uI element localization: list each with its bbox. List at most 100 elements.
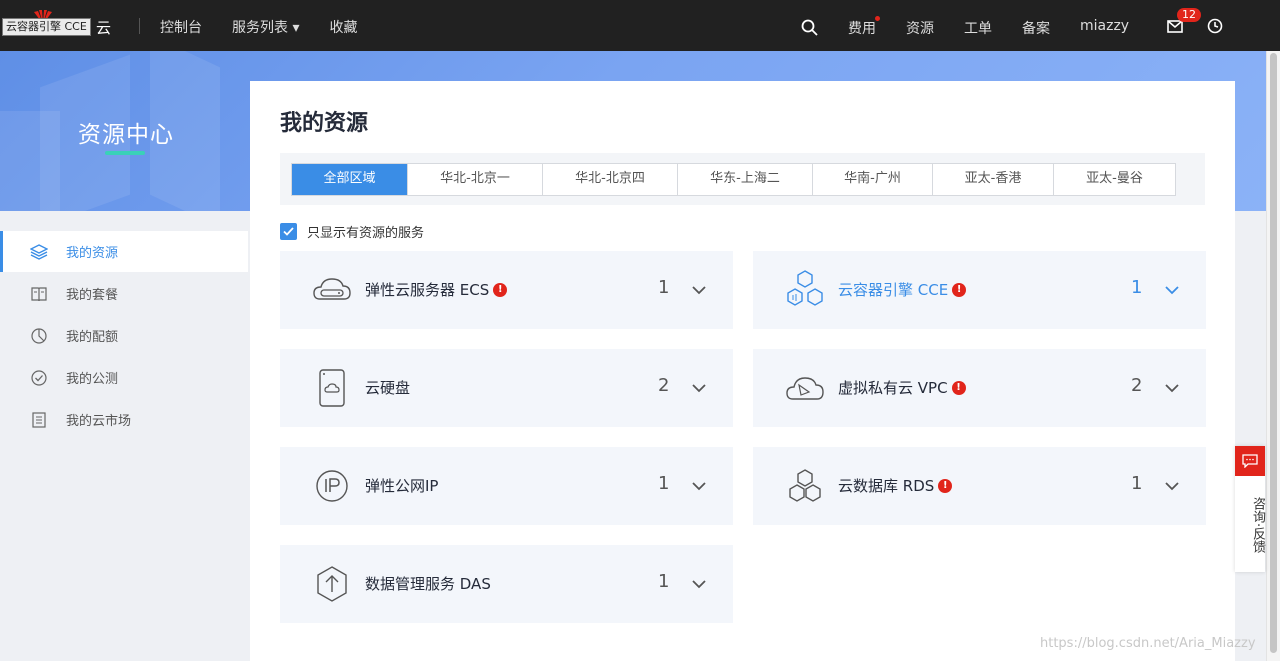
service-name-text: 数据管理服务 DAS [365, 575, 491, 593]
tab-cn-north-4[interactable]: 华北-北京四 [543, 164, 678, 195]
das-icon [310, 562, 354, 606]
region-filter-bar: 全部区域 华北-北京一 华北-北京四 华东-上海二 华南-广州 亚太-香港 亚太… [280, 153, 1205, 205]
service-card-das[interactable]: 数据管理服务 DAS 1 [280, 545, 733, 623]
sidebar-item-my-resources[interactable]: 我的资源 [0, 231, 248, 272]
service-name: 虚拟私有云 VPC! [838, 377, 966, 398]
filter-label: 只显示有资源的服务 [307, 226, 425, 241]
tooltip: 云容器引擎 CCE [2, 18, 91, 36]
service-count: 2 [658, 375, 670, 396]
chevron-down-icon[interactable] [690, 477, 708, 495]
chevron-down-icon[interactable] [690, 379, 708, 397]
fee-link[interactable]: 费用 [848, 18, 876, 38]
alert-icon: ! [951, 380, 966, 395]
service-card-vpc[interactable]: 虚拟私有云 VPC! 2 [753, 349, 1206, 427]
filter-checkbox[interactable] [280, 223, 297, 240]
cloud-server-icon [310, 268, 354, 312]
service-count: 1 [658, 473, 670, 494]
service-count: 2 [1131, 375, 1143, 396]
ticket-link[interactable]: 工单 [964, 18, 992, 38]
nav-service-list[interactable]: 服务列表 ▾ [232, 17, 299, 37]
tab-cn-east-2[interactable]: 华东-上海二 [678, 164, 813, 195]
banner-underline [105, 151, 145, 155]
chevron-down-icon[interactable] [690, 281, 708, 299]
page-scrollbar[interactable] [1266, 51, 1280, 661]
service-name-text: 云硬盘 [365, 379, 411, 397]
scrollbar-thumb[interactable] [1270, 53, 1277, 653]
document-icon [30, 411, 48, 429]
service-card-ecs[interactable]: 弹性云服务器 ECS! 1 [280, 251, 733, 329]
chevron-down-icon[interactable] [1163, 477, 1181, 495]
ip-icon [310, 464, 354, 508]
chat-icon[interactable] [1235, 446, 1265, 476]
service-card-evs[interactable]: 云硬盘 2 [280, 349, 733, 427]
tab-all-regions[interactable]: 全部区域 [292, 164, 408, 195]
pie-icon [30, 327, 48, 345]
service-name: 云数据库 RDS! [838, 475, 953, 496]
service-count: 1 [658, 277, 670, 298]
fee-notify-dot [875, 16, 880, 21]
book-icon [30, 285, 48, 303]
service-name-text: 弹性云服务器 ECS [365, 281, 490, 299]
sidebar-item-label: 我的套餐 [66, 288, 119, 303]
disk-icon [310, 366, 354, 410]
service-count: 1 [1131, 277, 1143, 298]
tab-ap-hongkong[interactable]: 亚太-香港 [933, 164, 1054, 195]
banner-title: 资源中心 [78, 122, 174, 148]
service-count: 1 [658, 571, 670, 592]
sidebar-item-my-beta[interactable]: 我的公测 [0, 357, 248, 398]
service-card-cce[interactable]: 云容器引擎 CCE! 1 [753, 251, 1206, 329]
service-name-text: 云容器引擎 CCE [838, 281, 949, 299]
tab-cn-north-1[interactable]: 华北-北京一 [408, 164, 543, 195]
sidebar: 我的资源 我的套餐 我的配额 我的公测 我的云市场 [0, 211, 250, 661]
logo-text[interactable]: 云 [96, 17, 111, 38]
nav-console[interactable]: 控制台 [160, 17, 202, 37]
alert-icon: ! [493, 282, 508, 297]
service-name-text: 虚拟私有云 VPC [838, 379, 948, 397]
service-name: 云硬盘 [365, 377, 410, 398]
consult-label[interactable]: 咨询·反馈 [1235, 476, 1265, 566]
resource-filter: 只显示有资源的服务 [280, 222, 424, 241]
region-tabs: 全部区域 华北-北京一 华北-北京四 华东-上海二 华南-广州 亚太-香港 亚太… [291, 163, 1176, 196]
service-name: 云容器引擎 CCE! [838, 279, 967, 300]
clock-icon[interactable] [1207, 18, 1223, 34]
service-card-eip[interactable]: 弹性公网IP 1 [280, 447, 733, 525]
sidebar-item-label: 我的云市场 [66, 414, 132, 429]
sidebar-item-label: 我的配额 [66, 330, 119, 345]
sidebar-item-my-marketplace[interactable]: 我的云市场 [0, 399, 248, 440]
sidebar-item-label: 我的公测 [66, 372, 119, 387]
container-icon [783, 268, 827, 312]
layers-icon [30, 243, 48, 261]
mail-icon[interactable] [1167, 20, 1183, 33]
database-icon [783, 464, 827, 508]
main-panel: 我的资源 全部区域 华北-北京一 华北-北京四 华东-上海二 华南-广州 亚太-… [250, 81, 1235, 661]
service-card-rds[interactable]: 云数据库 RDS! 1 [753, 447, 1206, 525]
user-menu[interactable]: miazzy [1080, 18, 1129, 34]
sidebar-item-my-packages[interactable]: 我的套餐 [0, 273, 248, 314]
page-title: 我的资源 [280, 111, 369, 136]
chevron-down-icon[interactable] [690, 575, 708, 593]
service-count: 1 [1131, 473, 1143, 494]
consult-feedback-widget[interactable]: 咨询·反馈 [1235, 446, 1265, 572]
check-circle-icon [30, 369, 48, 387]
alert-icon: ! [938, 478, 953, 493]
tab-cn-south-1[interactable]: 华南-广州 [813, 164, 933, 195]
nav-favorites[interactable]: 收藏 [329, 17, 357, 37]
mail-badge: 12 [1177, 8, 1201, 22]
service-name: 数据管理服务 DAS [365, 573, 491, 594]
service-name-text: 弹性公网IP [365, 477, 439, 495]
top-nav: 控制台 服务列表 ▾ 收藏 [160, 17, 357, 37]
service-name: 弹性公网IP [365, 475, 438, 496]
service-name: 弹性云服务器 ECS! [365, 279, 508, 300]
vpc-cloud-icon [783, 366, 827, 410]
watermark: https://blog.csdn.net/Aria_Miazzy [1040, 636, 1256, 651]
alert-icon: ! [952, 282, 967, 297]
filing-link[interactable]: 备案 [1022, 18, 1050, 38]
resource-link[interactable]: 资源 [906, 18, 934, 38]
chevron-down-icon[interactable] [1163, 281, 1181, 299]
chevron-down-icon[interactable] [1163, 379, 1181, 397]
service-name-text: 云数据库 RDS [838, 477, 935, 495]
tab-ap-bangkok[interactable]: 亚太-曼谷 [1054, 164, 1175, 195]
divider [139, 18, 140, 34]
search-icon[interactable] [801, 19, 818, 36]
sidebar-item-my-quota[interactable]: 我的配额 [0, 315, 248, 356]
